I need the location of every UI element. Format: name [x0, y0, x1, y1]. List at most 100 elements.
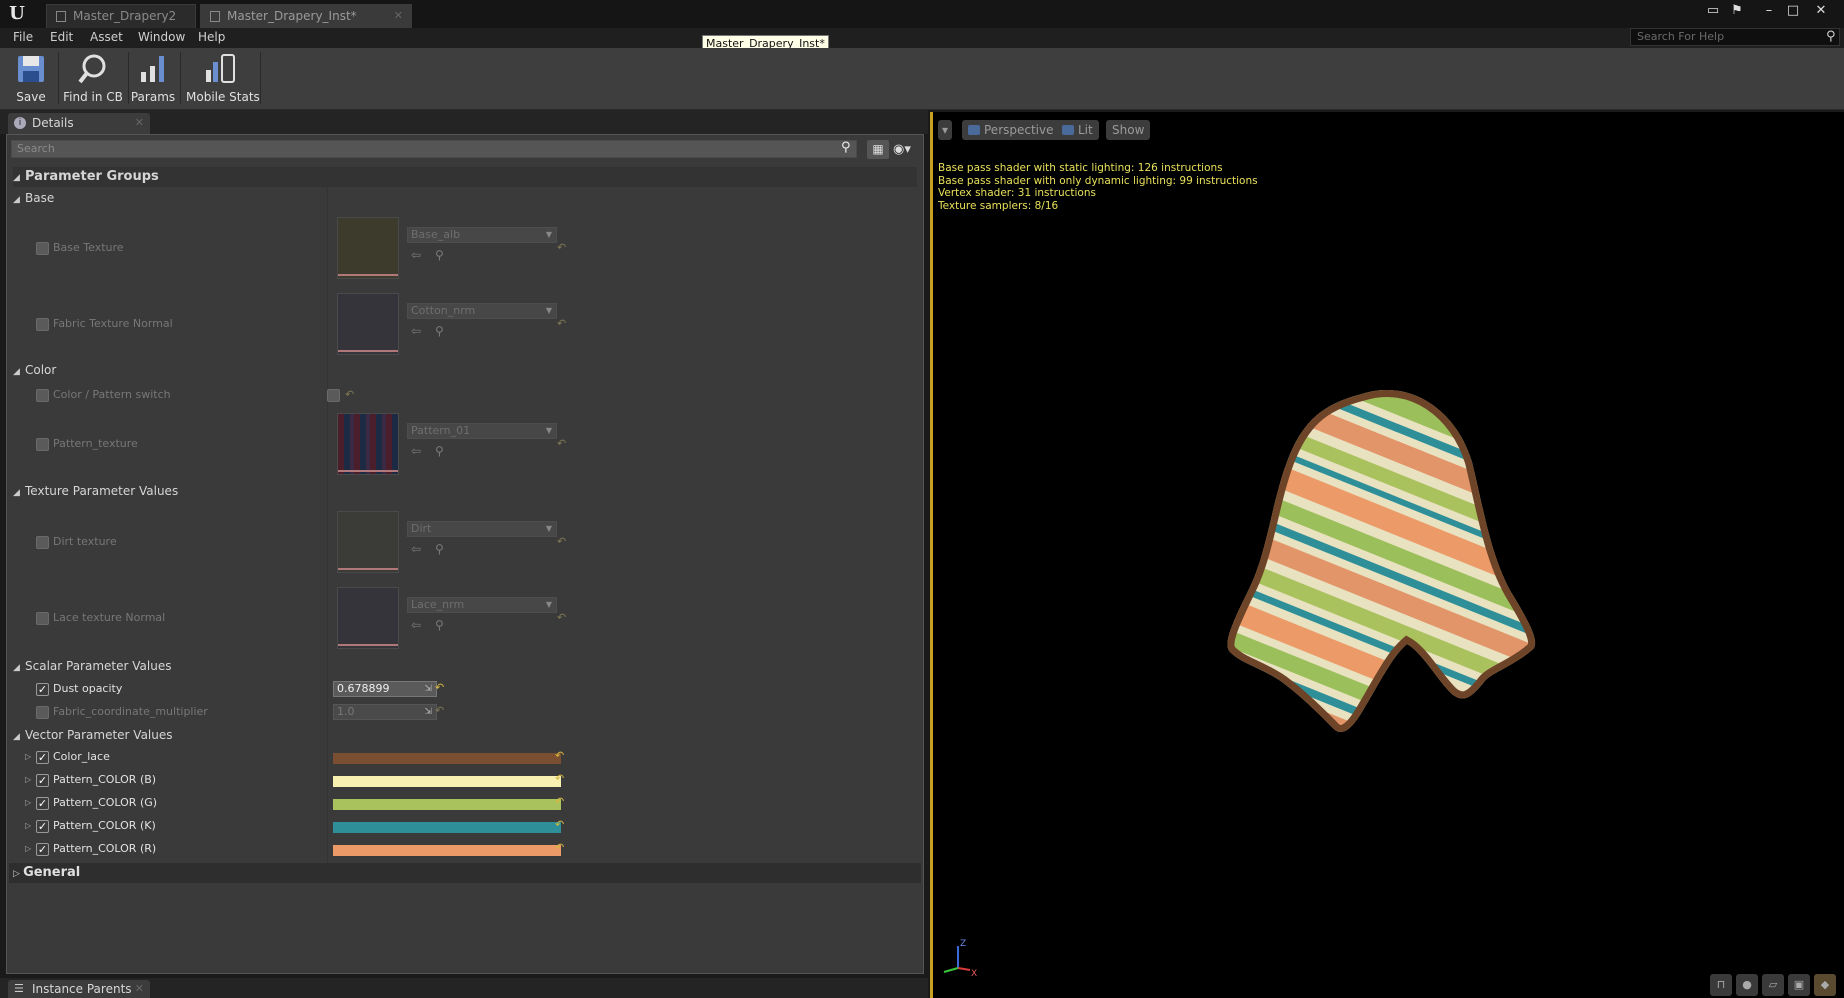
reset-arrow-icon[interactable]: ↶ — [557, 611, 566, 624]
general-header[interactable]: ▷ General — [9, 863, 921, 883]
notification-icon[interactable]: ⚑ — [1726, 2, 1748, 20]
fabric-texture-normal-asset-combo[interactable]: Cotton_nrm ▼ — [407, 303, 557, 319]
dirt-texture-thumbnail[interactable] — [337, 511, 399, 573]
pattern-color-g-swatch[interactable] — [333, 799, 561, 810]
reset-arrow-icon[interactable]: ↶ — [555, 818, 564, 831]
viewport-options-dropdown[interactable]: ▾ — [938, 120, 953, 140]
browse-search-icon[interactable]: ⚲ — [435, 324, 444, 338]
find-in-cb-button[interactable]: Find in CB — [60, 50, 126, 106]
search-icon[interactable]: ⚲ — [1826, 29, 1836, 44]
mobile-stats-button[interactable]: Mobile Stats — [186, 50, 260, 106]
reset-arrow-icon[interactable]: ↶ — [557, 317, 566, 330]
reset-arrow-icon[interactable]: ↶ — [555, 749, 564, 762]
group-texture-parameter-values-header[interactable]: ◢ Texture Parameter Values — [13, 481, 917, 501]
expand-triangle-icon[interactable]: ▷ — [25, 821, 31, 830]
pattern-color-g-checkbox[interactable]: ✓ — [36, 797, 49, 810]
lace-texture-normal-asset-combo[interactable]: Lace_nrm ▼ — [407, 597, 557, 613]
fabric-coordinate-multiplier-input[interactable]: 1.0 ⇲ — [333, 704, 437, 720]
dust-opacity-checkbox[interactable]: ✓ — [36, 683, 49, 696]
menu-file[interactable]: File — [13, 30, 33, 44]
spin-arrows-icon[interactable]: ⇲ — [424, 682, 432, 696]
use-selected-arrow-icon[interactable]: ⇦ — [411, 324, 421, 338]
browse-search-icon[interactable]: ⚲ — [435, 444, 444, 458]
pattern-color-k-swatch[interactable] — [333, 822, 561, 833]
cube-preview-icon[interactable]: ▣ — [1788, 974, 1810, 996]
dirt-texture-asset-combo[interactable]: Dirt ▼ — [407, 521, 557, 537]
pattern-texture-thumbnail[interactable] — [337, 413, 399, 475]
reset-arrow-icon[interactable]: ↶ — [557, 535, 566, 548]
pattern-color-r-checkbox[interactable]: ✓ — [36, 843, 49, 856]
reset-arrow-icon[interactable]: ↶ — [555, 841, 564, 854]
base-texture-thumbnail[interactable] — [337, 217, 399, 279]
reset-arrow-icon[interactable]: ↶ — [345, 388, 354, 401]
show-button[interactable]: Show — [1106, 120, 1151, 140]
perspective-button[interactable]: Perspective — [962, 120, 1060, 140]
browse-search-icon[interactable]: ⚲ — [435, 618, 444, 632]
expand-triangle-icon[interactable]: ▷ — [25, 775, 31, 784]
parameter-groups-header[interactable]: ◢ Parameter Groups — [13, 167, 917, 187]
reset-arrow-icon[interactable]: ↶ — [555, 772, 564, 785]
teapot-preview-icon[interactable]: ◆ — [1814, 974, 1836, 996]
fabric-texture-normal-thumbnail[interactable] — [337, 293, 399, 355]
menu-asset[interactable]: Asset — [90, 30, 123, 44]
pattern-color-k-checkbox[interactable]: ✓ — [36, 820, 49, 833]
close-icon[interactable]: ✕ — [394, 5, 403, 27]
close-window-button[interactable]: ✕ — [1810, 2, 1832, 20]
sphere-preview-icon[interactable]: ● — [1736, 974, 1758, 996]
expand-triangle-icon[interactable]: ▷ — [25, 752, 31, 761]
spin-arrows-icon[interactable]: ⇲ — [424, 705, 432, 719]
pattern-color-r-swatch[interactable] — [333, 845, 561, 856]
grid-view-icon[interactable]: ▦ — [867, 140, 889, 159]
use-selected-arrow-icon[interactable]: ⇦ — [411, 542, 421, 556]
plane-preview-icon[interactable]: ▱ — [1762, 974, 1784, 996]
use-selected-arrow-icon[interactable]: ⇦ — [411, 618, 421, 632]
browse-search-icon[interactable]: ⚲ — [435, 542, 444, 556]
browse-search-icon[interactable]: ⚲ — [435, 248, 444, 262]
search-icon[interactable]: ⚲ — [841, 140, 851, 155]
reset-arrow-icon[interactable]: ↶ — [435, 681, 444, 694]
color-pattern-switch-value-checkbox[interactable] — [327, 389, 340, 402]
base-texture-checkbox[interactable] — [36, 242, 49, 255]
maximize-button[interactable]: □ — [1782, 2, 1804, 20]
close-icon[interactable]: ✕ — [135, 980, 144, 998]
pattern-color-b-checkbox[interactable]: ✓ — [36, 774, 49, 787]
base-texture-asset-combo[interactable]: Base_alb ▼ — [407, 227, 557, 243]
lace-texture-normal-thumbnail[interactable] — [337, 587, 399, 649]
fabric-coordinate-multiplier-checkbox[interactable] — [36, 706, 49, 719]
use-selected-arrow-icon[interactable]: ⇦ — [411, 444, 421, 458]
eye-icon[interactable]: ◉▾ — [893, 140, 921, 159]
column-splitter[interactable] — [327, 173, 328, 881]
tab-details[interactable]: i Details ✕ — [8, 113, 150, 134]
reset-arrow-icon[interactable]: ↶ — [555, 795, 564, 808]
group-base-header[interactable]: ◢ Base — [13, 188, 917, 208]
save-button[interactable]: Save — [8, 50, 54, 106]
params-button[interactable]: Params — [130, 50, 176, 106]
color-lace-checkbox[interactable]: ✓ — [36, 751, 49, 764]
reset-arrow-icon[interactable]: ↶ — [557, 437, 566, 450]
group-scalar-parameter-values-header[interactable]: ◢ Scalar Parameter Values — [13, 656, 917, 676]
tab-instance-parents[interactable]: ☰ Instance Parents ✕ — [8, 980, 150, 998]
dust-opacity-input[interactable]: 0.678899 ⇲ — [333, 681, 437, 697]
expand-triangle-icon[interactable]: ▷ — [25, 844, 31, 853]
viewport[interactable]: ▾ Perspective Lit Show Base pass shader … — [930, 112, 1844, 998]
group-vector-parameter-values-header[interactable]: ◢ Vector Parameter Values — [13, 725, 917, 745]
tab-master-drapery2[interactable]: Master_Drapery2 — [46, 4, 196, 28]
pattern-color-b-swatch[interactable] — [333, 776, 561, 787]
help-search-input[interactable]: Search For Help — [1630, 28, 1840, 46]
reset-arrow-icon[interactable]: ↶ — [557, 241, 566, 254]
pattern-texture-asset-combo[interactable]: Pattern_01 ▼ — [407, 423, 557, 439]
chat-icon[interactable]: ▭ — [1702, 2, 1724, 20]
group-color-header[interactable]: ◢ Color — [13, 360, 917, 380]
close-icon[interactable]: ✕ — [135, 113, 144, 133]
color-lace-swatch[interactable] — [333, 753, 561, 764]
lit-button[interactable]: Lit — [1056, 120, 1099, 140]
color-pattern-switch-checkbox[interactable] — [36, 389, 49, 402]
details-search-input[interactable]: Search — [11, 140, 857, 158]
lace-texture-normal-checkbox[interactable] — [36, 612, 49, 625]
dirt-texture-checkbox[interactable] — [36, 536, 49, 549]
menu-edit[interactable]: Edit — [50, 30, 73, 44]
unreal-logo-icon[interactable]: U — [6, 3, 28, 25]
reset-arrow-icon[interactable]: ↶ — [435, 704, 444, 717]
pattern-texture-checkbox[interactable] — [36, 438, 49, 451]
tab-master-drapery-inst[interactable]: Master_Drapery_Inst* ✕ — [200, 4, 412, 28]
